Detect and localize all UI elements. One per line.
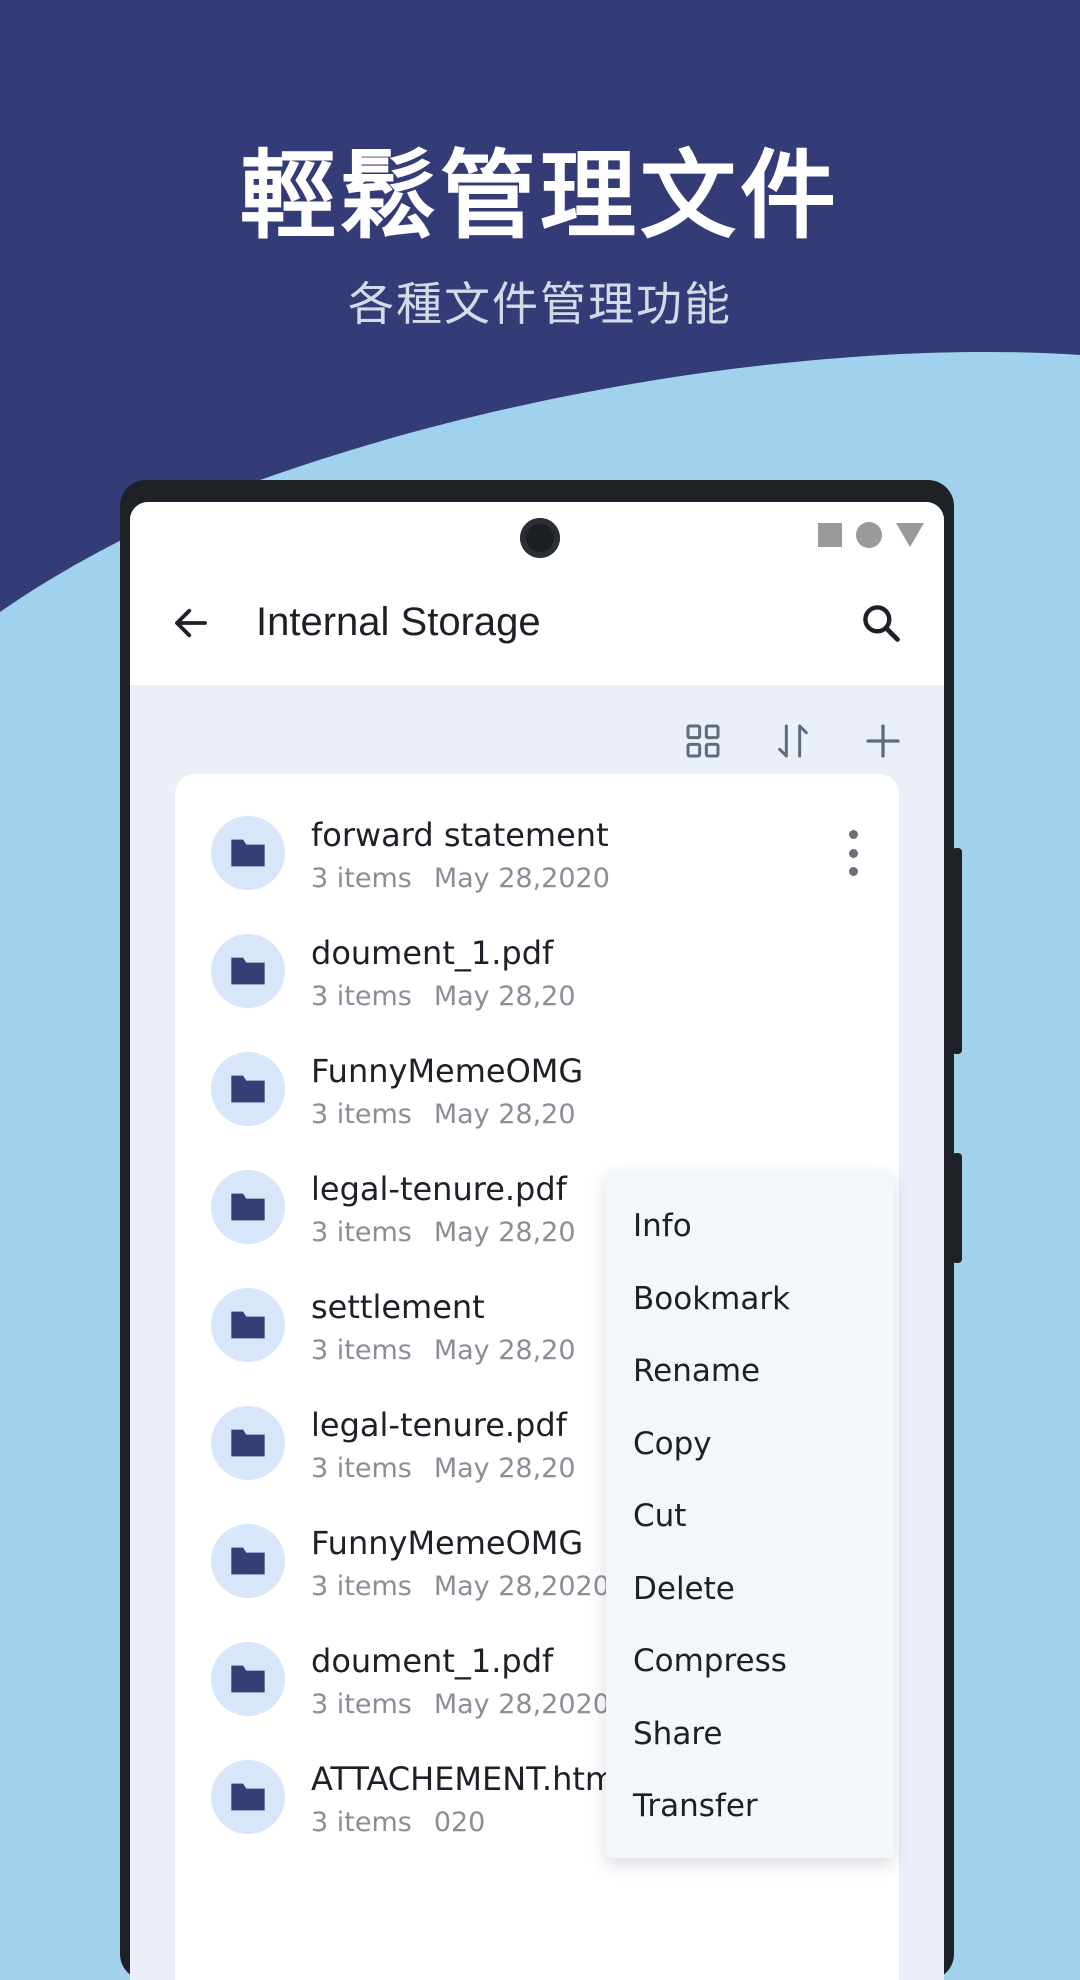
file-name: FunnyMemeOMG	[311, 1052, 584, 1090]
status-bar	[818, 522, 924, 548]
menu-item-transfer[interactable]: Transfer	[606, 1770, 894, 1843]
front-camera	[520, 518, 560, 558]
circle-icon	[856, 522, 882, 548]
promo-subtitle: 各種文件管理功能	[348, 277, 732, 331]
file-name: ATTACHEMENT.html	[311, 1760, 625, 1798]
file-meta: 3 items May 28,20	[311, 1217, 576, 1248]
file-date: May 28,2020	[433, 1689, 610, 1720]
file-date: May 28,20	[433, 1453, 576, 1484]
item-count: 3 items	[311, 1099, 412, 1130]
folder-icon	[211, 1170, 285, 1244]
file-name: legal-tenure.pdf	[311, 1406, 567, 1444]
file-date: May 28,20	[433, 1335, 576, 1366]
file-meta: 3 items May 28,20	[311, 1099, 576, 1130]
file-name: FunnyMemeOMG	[311, 1524, 584, 1562]
file-date: May 28,20	[433, 981, 576, 1012]
item-count: 3 items	[311, 1453, 412, 1484]
sort-icon	[778, 724, 808, 758]
file-date: 020	[433, 1807, 486, 1838]
item-count: 3 items	[311, 981, 412, 1012]
square-icon	[818, 523, 842, 547]
file-date: May 28,20	[433, 1217, 576, 1248]
app-bar: Internal Storage	[130, 502, 944, 685]
grid-view-icon	[686, 724, 720, 758]
menu-item-cut[interactable]: Cut	[606, 1480, 894, 1553]
file-name: settlement	[311, 1288, 485, 1326]
file-meta: 3 items May 28,20	[311, 1453, 576, 1484]
file-name: forward statement	[311, 816, 609, 854]
file-meta: 3 items May 28,20	[311, 981, 576, 1012]
phone-frame: Internal Storage forward statement 3 ite…	[120, 480, 962, 1980]
more-options-icon[interactable]	[841, 830, 865, 876]
folder-icon	[211, 1760, 285, 1834]
plus-icon	[866, 724, 900, 758]
phone-power-button	[952, 848, 962, 1054]
file-meta: 3 items May 28,2020	[311, 863, 610, 894]
menu-item-rename[interactable]: Rename	[606, 1335, 894, 1408]
search-icon	[863, 605, 900, 642]
folder-icon	[211, 1288, 285, 1362]
file-meta: 3 items May 28,20	[311, 1335, 576, 1366]
promo-title: 輕鬆管理文件	[240, 140, 840, 252]
item-count: 3 items	[311, 1571, 412, 1602]
menu-item-compress[interactable]: Compress	[606, 1625, 894, 1698]
folder-icon	[211, 1524, 285, 1598]
list-item[interactable]: FunnyMemeOMG 3 items May 28,20	[175, 1030, 899, 1148]
add-button[interactable]	[858, 716, 908, 766]
file-name: doument_1.pdf	[311, 934, 554, 972]
arrow-left-icon	[175, 608, 207, 638]
file-name: legal-tenure.pdf	[311, 1170, 567, 1208]
back-button[interactable]	[166, 598, 216, 648]
file-date: May 28,20	[433, 1099, 576, 1130]
file-date: May 28,2020	[433, 1571, 610, 1602]
menu-item-copy[interactable]: Copy	[606, 1408, 894, 1481]
folder-icon	[211, 1642, 285, 1716]
file-name: doument_1.pdf	[311, 1642, 554, 1680]
file-date: May 28,2020	[433, 863, 610, 894]
item-count: 3 items	[311, 863, 412, 894]
folder-icon	[211, 1052, 285, 1126]
search-button[interactable]	[856, 598, 906, 648]
file-meta: 3 items May 28,2020	[311, 1689, 610, 1720]
file-meta: 3 items 020	[311, 1807, 485, 1838]
menu-item-bookmark[interactable]: Bookmark	[606, 1263, 894, 1336]
menu-item-delete[interactable]: Delete	[606, 1553, 894, 1626]
page-title: Internal Storage	[256, 600, 541, 644]
item-count: 3 items	[311, 1689, 412, 1720]
sort-button[interactable]	[768, 716, 818, 766]
folder-icon	[211, 934, 285, 1008]
file-list: forward statement 3 items May 28,2020 dou…	[175, 774, 899, 1980]
item-count: 3 items	[311, 1335, 412, 1366]
list-item[interactable]: doument_1.pdf 3 items May 28,20	[175, 912, 899, 1030]
phone-volume-button	[952, 1153, 962, 1263]
context-menu: Info Bookmark Rename Copy Cut Delete Com…	[606, 1172, 894, 1858]
triangle-icon	[896, 523, 924, 547]
item-count: 3 items	[311, 1217, 412, 1248]
view-toolbar	[678, 716, 908, 766]
grid-view-button[interactable]	[678, 716, 728, 766]
phone-screen: Internal Storage forward statement 3 ite…	[130, 502, 944, 1980]
item-count: 3 items	[311, 1807, 412, 1838]
menu-item-info[interactable]: Info	[606, 1190, 894, 1263]
list-item[interactable]: forward statement 3 items May 28,2020	[175, 794, 899, 912]
folder-icon	[211, 816, 285, 890]
file-meta: 3 items May 28,2020	[311, 1571, 610, 1602]
folder-icon	[211, 1406, 285, 1480]
menu-item-share[interactable]: Share	[606, 1698, 894, 1771]
